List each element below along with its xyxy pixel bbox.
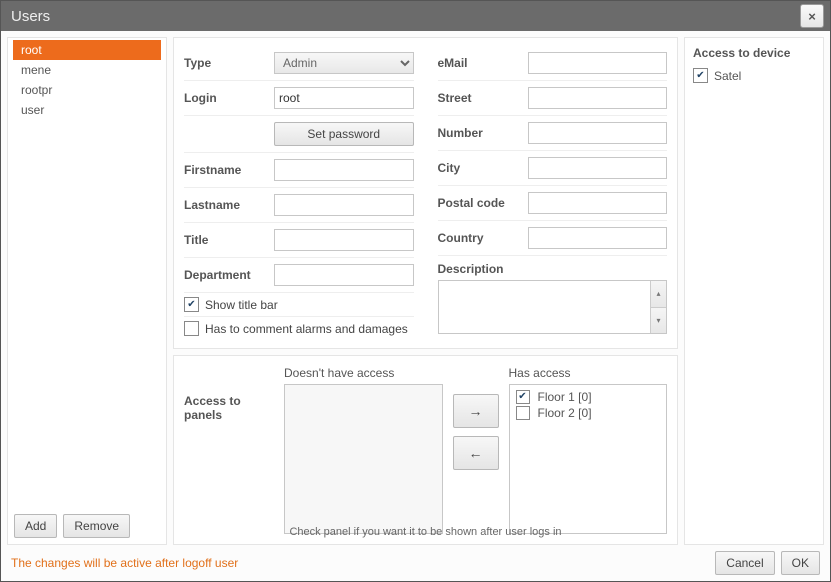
access-panels-section: Access to panels Doesn't have access → ←… — [173, 355, 678, 545]
no-access-title: Doesn't have access — [284, 366, 443, 380]
user-list[interactable]: rootmenerootpruser — [8, 38, 166, 508]
close-button[interactable]: × — [800, 4, 824, 28]
has-access-column: Has access Floor 1 [0] Floor 2 [0] — [509, 366, 668, 534]
spin-down-icon[interactable]: ▾ — [650, 308, 666, 334]
email-input[interactable] — [528, 52, 668, 74]
device-checkbox[interactable] — [693, 68, 708, 83]
description-area[interactable]: ▴ ▾ — [438, 280, 668, 334]
login-label: Login — [184, 91, 274, 105]
firstname-input[interactable] — [274, 159, 414, 181]
department-label: Department — [184, 268, 274, 282]
left-panel: rootmenerootpruser Add Remove — [7, 37, 167, 545]
form-col-right: eMail Street Number City — [438, 46, 668, 340]
status-message: The changes will be active after logoff … — [11, 556, 709, 570]
has-access-title: Has access — [509, 366, 668, 380]
arrow-left-icon: ← — [469, 445, 483, 461]
country-input[interactable] — [528, 227, 668, 249]
form-col-left: Type Admin Login — [184, 46, 414, 340]
title-label: Title — [184, 233, 274, 247]
move-arrows: → ← — [453, 394, 499, 534]
panel-label: Floor 2 [0] — [538, 406, 592, 420]
spin-up-icon[interactable]: ▴ — [650, 281, 666, 308]
show-title-bar-label: Show title bar — [205, 298, 278, 312]
access-panels-label: Access to panels — [184, 366, 274, 534]
footer: The changes will be active after logoff … — [7, 545, 824, 575]
number-label: Number — [438, 126, 528, 140]
lastname-label: Lastname — [184, 198, 274, 212]
panel-checkbox[interactable] — [516, 390, 530, 404]
login-input[interactable] — [274, 87, 414, 109]
device-header: Access to device — [693, 46, 815, 60]
lastname-input[interactable] — [274, 194, 414, 216]
country-label: Country — [438, 231, 528, 245]
user-list-item[interactable]: rootpr — [13, 80, 161, 100]
user-list-item[interactable]: mene — [13, 60, 161, 80]
device-list: Satel — [693, 68, 815, 83]
cancel-button[interactable]: Cancel — [715, 551, 774, 575]
city-input[interactable] — [528, 157, 668, 179]
left-buttons: Add Remove — [8, 508, 166, 544]
add-button[interactable]: Add — [14, 514, 57, 538]
has-access-item[interactable]: Floor 2 [0] — [514, 405, 663, 421]
comment-alarms-checkbox[interactable] — [184, 321, 199, 336]
no-access-column: Doesn't have access — [284, 366, 443, 534]
show-title-bar-checkbox[interactable] — [184, 297, 199, 312]
main-row: rootmenerootpruser Add Remove Type — [7, 37, 824, 545]
move-right-button[interactable]: → — [453, 394, 499, 428]
arrow-right-icon: → — [469, 403, 483, 419]
description-spinner: ▴ ▾ — [650, 281, 666, 333]
description-label: Description — [438, 262, 668, 276]
title-input[interactable] — [274, 229, 414, 251]
street-label: Street — [438, 91, 528, 105]
has-access-list[interactable]: Floor 1 [0] Floor 2 [0] — [509, 384, 668, 534]
users-window: Users × rootmenerootpruser Add Remove — [0, 0, 831, 582]
number-input[interactable] — [528, 122, 668, 144]
postal-input[interactable] — [528, 192, 668, 214]
panel-checkbox[interactable] — [516, 406, 530, 420]
user-list-item[interactable]: user — [13, 100, 161, 120]
form-panel: Type Admin Login — [173, 37, 678, 349]
city-label: City — [438, 161, 528, 175]
department-input[interactable] — [274, 264, 414, 286]
email-label: eMail — [438, 56, 528, 70]
ok-button[interactable]: OK — [781, 551, 820, 575]
move-left-button[interactable]: ← — [453, 436, 499, 470]
access-panels-hint: Check panel if you want it to be shown a… — [174, 526, 677, 538]
comment-alarms-label: Has to comment alarms and damages — [205, 322, 408, 336]
has-access-item[interactable]: Floor 1 [0] — [514, 389, 663, 405]
set-password-button[interactable]: Set password — [274, 122, 414, 146]
firstname-label: Firstname — [184, 163, 274, 177]
user-list-item[interactable]: root — [13, 40, 161, 60]
device-panel: Access to device Satel — [684, 37, 824, 545]
panel-label: Floor 1 [0] — [538, 390, 592, 404]
postal-label: Postal code — [438, 196, 528, 210]
center-column: Type Admin Login — [173, 37, 678, 545]
no-access-list[interactable] — [284, 384, 443, 534]
close-icon: × — [808, 9, 816, 24]
type-label: Type — [184, 56, 274, 70]
titlebar: Users × — [1, 1, 830, 31]
window-body: rootmenerootpruser Add Remove Type — [1, 31, 830, 581]
street-input[interactable] — [528, 87, 668, 109]
device-label: Satel — [714, 69, 741, 83]
remove-button[interactable]: Remove — [63, 514, 130, 538]
device-item[interactable]: Satel — [693, 68, 815, 83]
window-title: Users — [7, 8, 800, 25]
type-select[interactable]: Admin — [274, 52, 414, 74]
